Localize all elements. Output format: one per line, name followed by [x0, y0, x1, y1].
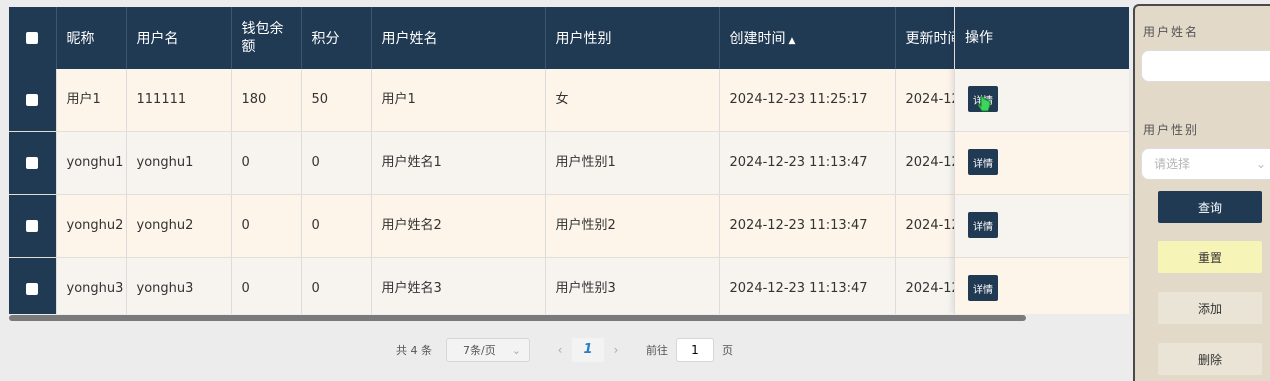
- cell-real-name: 用户1: [371, 69, 546, 132]
- cell-points: 0: [301, 257, 372, 314]
- query-button[interactable]: 查询: [1158, 191, 1262, 223]
- col-real-name: 用户姓名: [371, 7, 546, 69]
- prev-page-icon[interactable]: ‹: [548, 343, 572, 357]
- delete-button[interactable]: 删除: [1158, 343, 1262, 375]
- gender-select[interactable]: 请选择 ⌄: [1141, 148, 1270, 180]
- detail-button[interactable]: 详情: [968, 275, 998, 301]
- ops-column: 操作 详情详情详情详情: [954, 7, 1129, 314]
- name-input[interactable]: [1141, 50, 1270, 82]
- col-ops: 操作: [955, 7, 1129, 69]
- select-all-checkbox[interactable]: [9, 7, 57, 69]
- cell-balance: 0: [231, 257, 302, 314]
- cell-created: 2024-12-23 11:13:47: [719, 131, 896, 195]
- col-username: 用户名: [126, 7, 232, 69]
- detail-button[interactable]: 详情: [968, 212, 998, 238]
- cell-username: 111111: [126, 69, 232, 132]
- cell-gender: 用户性别2: [545, 194, 720, 258]
- cell-balance: 180: [231, 69, 302, 132]
- total-count: 共 4 条: [396, 344, 432, 357]
- cell-nickname: 用户1: [56, 69, 127, 132]
- col-gender: 用户性别: [545, 7, 720, 69]
- ops-cell: 详情: [955, 132, 1129, 195]
- ops-cell: 详情: [955, 195, 1129, 258]
- sort-icon[interactable]: ▲︎: [789, 36, 796, 46]
- scroll-thumb[interactable]: [9, 315, 1026, 321]
- horizontal-scrollbar[interactable]: [9, 315, 1129, 321]
- cell-created: 2024-12-23 11:13:47: [719, 194, 896, 258]
- ops-cell: 详情: [955, 69, 1129, 132]
- reset-button[interactable]: 重置: [1158, 241, 1262, 273]
- goto-label: 前往: [646, 344, 668, 357]
- page-size-select[interactable]: 7条/页 ⌄: [446, 338, 530, 362]
- page-number[interactable]: 1: [572, 338, 604, 362]
- row-checkbox[interactable]: [9, 257, 57, 314]
- hand-cursor-icon: [977, 96, 991, 118]
- cell-gender: 用户性别3: [545, 257, 720, 314]
- goto-suffix: 页: [722, 344, 733, 357]
- cell-created: 2024-12-23 11:25:17: [719, 69, 896, 132]
- cell-created: 2024-12-23 11:13:47: [719, 257, 896, 314]
- cell-nickname: yonghu2: [56, 194, 127, 258]
- chevron-down-icon: ⌄: [1256, 157, 1267, 171]
- cell-points: 0: [301, 131, 372, 195]
- search-panel: 用户姓名 用户性别 请选择 ⌄ 查询 重置 添加 删除: [1133, 4, 1270, 381]
- cell-gender: 用户性别1: [545, 131, 720, 195]
- col-nickname: 昵称: [56, 7, 127, 69]
- cell-points: 50: [301, 69, 372, 132]
- cell-username: yonghu1: [126, 131, 232, 195]
- cell-balance: 0: [231, 194, 302, 258]
- cell-real-name: 用户姓名3: [371, 257, 546, 314]
- goto-page-input[interactable]: [676, 338, 714, 362]
- cell-real-name: 用户姓名2: [371, 194, 546, 258]
- next-page-icon[interactable]: ›: [604, 343, 628, 357]
- col-balance: 钱包余额: [231, 7, 302, 69]
- add-button[interactable]: 添加: [1158, 292, 1262, 324]
- col-created[interactable]: 创建时间 ▲︎: [719, 7, 896, 69]
- row-checkbox[interactable]: [9, 69, 57, 132]
- col-created-label: 创建时间: [729, 31, 786, 47]
- cell-username: yonghu3: [126, 257, 232, 314]
- cell-nickname: yonghu3: [56, 257, 127, 314]
- cell-points: 0: [301, 194, 372, 258]
- cell-nickname: yonghu1: [56, 131, 127, 195]
- col-points: 积分: [301, 7, 372, 69]
- pagination: 共 4 条 7条/页 ⌄ ‹ 1 › 前往 页: [396, 337, 733, 363]
- detail-button[interactable]: 详情: [968, 149, 998, 175]
- gender-placeholder: 请选择: [1154, 157, 1191, 171]
- page-size-value: 7条/页: [463, 344, 496, 357]
- row-checkbox[interactable]: [9, 131, 57, 195]
- gender-label: 用户性别: [1143, 123, 1200, 137]
- chevron-down-icon: ⌄: [511, 343, 521, 357]
- row-checkbox[interactable]: [9, 194, 57, 258]
- cell-real-name: 用户姓名1: [371, 131, 546, 195]
- cell-gender: 女: [545, 69, 720, 132]
- user-table: 昵称 用户名 钱包余额 积分 用户姓名 用户性别 创建时间 ▲︎ 更新时间 用户1…: [9, 7, 1129, 314]
- ops-cell: 详情: [955, 258, 1129, 314]
- cell-balance: 0: [231, 131, 302, 195]
- cell-username: yonghu2: [126, 194, 232, 258]
- name-label: 用户姓名: [1143, 25, 1200, 39]
